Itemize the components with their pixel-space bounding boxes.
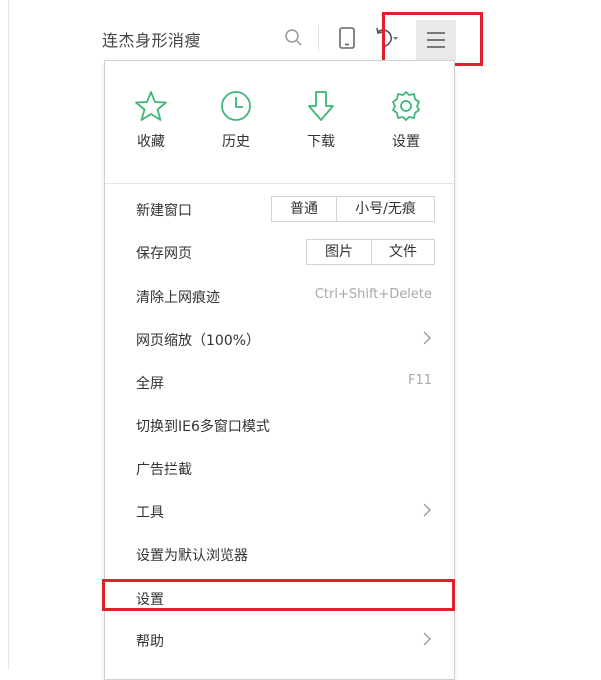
menu-item-default-browser-label: 设置为默认浏览器	[136, 548, 248, 564]
clock-icon	[221, 91, 251, 121]
menu-item-help[interactable]: 帮助	[105, 619, 454, 661]
highlight-box-settings	[102, 579, 455, 611]
toolbar-separator	[318, 25, 319, 51]
new-window-incognito-button[interactable]: 小号/无痕	[336, 197, 434, 221]
chevron-right-icon	[423, 331, 431, 345]
menu-item-new-window-label: 新建窗口	[136, 203, 192, 219]
download-icon	[308, 91, 334, 121]
quick-actions: 收藏 历史 下载 设置	[105, 61, 454, 183]
quick-downloads[interactable]: 下载	[286, 89, 356, 151]
menu-item-adblock[interactable]: 广告拦截	[105, 447, 454, 489]
quick-settings[interactable]: 设置	[371, 89, 441, 151]
menu-item-zoom[interactable]: 网页缩放（100%）	[105, 318, 454, 360]
clear-history-shortcut: Ctrl+Shift+Delete	[314, 287, 432, 302]
page-left-border	[8, 0, 9, 670]
menu-item-adblock-label: 广告拦截	[136, 462, 192, 478]
menu-divider	[105, 183, 454, 184]
menu-item-save-page-label: 保存网页	[136, 246, 192, 262]
menu-item-save-page: 保存网页 图片 文件	[105, 231, 454, 273]
gear-icon	[392, 91, 420, 121]
new-window-options: 普通 小号/无痕	[271, 196, 435, 222]
save-as-image-button[interactable]: 图片	[307, 240, 371, 264]
save-as-file-button[interactable]: 文件	[371, 240, 434, 264]
menu-item-default-browser[interactable]: 设置为默认浏览器	[105, 533, 454, 575]
quick-favorites-label: 收藏	[137, 134, 165, 150]
quick-favorites[interactable]: 收藏	[116, 89, 186, 151]
menu-item-fullscreen-label: 全屏	[136, 376, 164, 392]
tablet-icon[interactable]	[336, 26, 358, 50]
menu-item-tools[interactable]: 工具	[105, 490, 454, 532]
fullscreen-shortcut: F11	[407, 373, 432, 388]
menu-item-ie6-mode-label: 切换到IE6多窗口模式	[136, 419, 270, 435]
quick-history-label: 历史	[222, 134, 250, 150]
menu-item-ie6-mode[interactable]: 切换到IE6多窗口模式	[105, 404, 454, 446]
save-page-options: 图片 文件	[306, 239, 435, 265]
quick-settings-label: 设置	[392, 134, 420, 150]
search-icon[interactable]	[283, 27, 305, 49]
menu-item-clear-history-label: 清除上网痕迹	[136, 290, 220, 306]
search-query-text[interactable]: 连杰身形消瘦	[102, 27, 201, 51]
chevron-right-icon	[423, 632, 431, 646]
highlight-box-menu	[382, 12, 483, 66]
menu-item-new-window: 新建窗口 普通 小号/无痕	[105, 188, 454, 230]
menu-item-tools-label: 工具	[136, 505, 164, 521]
quick-history[interactable]: 历史	[201, 89, 271, 151]
new-window-normal-button[interactable]: 普通	[272, 197, 336, 221]
menu-item-zoom-label: 网页缩放（100%）	[136, 333, 261, 349]
chevron-right-icon	[423, 503, 431, 517]
quick-downloads-label: 下载	[307, 134, 335, 150]
menu-item-help-label: 帮助	[136, 634, 164, 650]
menu-item-clear-history[interactable]: 清除上网痕迹 Ctrl+Shift+Delete	[105, 275, 454, 317]
menu-item-fullscreen[interactable]: 全屏 F11	[105, 361, 454, 403]
star-icon	[135, 91, 167, 121]
